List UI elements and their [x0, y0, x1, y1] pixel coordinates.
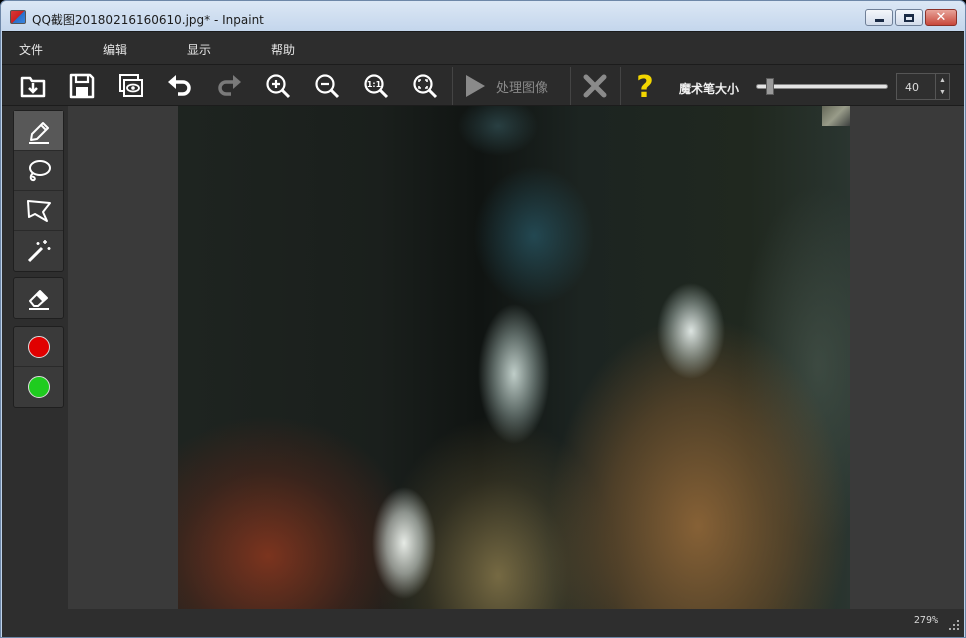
toolbar-separator [620, 67, 621, 105]
maximize-button[interactable] [895, 9, 923, 26]
menu-help[interactable]: 帮助 [271, 41, 295, 58]
redo-button[interactable] [212, 69, 246, 103]
marker-tool-icon [28, 121, 49, 144]
green-color-swatch [27, 376, 50, 398]
eraser-tool-icon [28, 290, 49, 310]
open-file-icon [20, 76, 46, 98]
image-canvas[interactable] [68, 106, 964, 609]
polygon-lasso-tool-icon [26, 199, 51, 222]
save-icon [69, 73, 95, 99]
menu-view[interactable]: 显示 [187, 41, 211, 58]
brush-size-slider-handle[interactable] [765, 78, 774, 95]
marker-tool-button[interactable] [14, 111, 63, 151]
eraser-tool-button[interactable] [14, 278, 63, 318]
toolbar-separator [570, 67, 571, 105]
play-icon [466, 75, 485, 97]
help-button[interactable]: ? [628, 69, 662, 103]
keep-area-color-button[interactable] [14, 367, 63, 407]
process-image-button[interactable]: 处理图像 [462, 69, 548, 103]
main-area [2, 106, 964, 609]
edited-photo[interactable] [178, 106, 850, 609]
actual-size-icon: 1:1 [364, 74, 389, 99]
zoom-level: 279% [913, 615, 938, 626]
photo-corner-detail [822, 106, 850, 126]
spin-up-icon[interactable]: ▲ [936, 74, 949, 87]
svg-text:?: ? [636, 71, 653, 101]
menu-edit[interactable]: 编辑 [103, 41, 127, 58]
undo-button[interactable] [163, 69, 197, 103]
zoom-out-icon [315, 74, 340, 99]
zoom-in-icon [266, 74, 291, 99]
title-bar[interactable]: QQ截图20180216160610.jpg* - Inpaint ✕ [1, 1, 965, 31]
menu-bar: 文件 编辑 显示 帮助 [2, 31, 964, 64]
brush-size-slider-track[interactable] [756, 84, 888, 89]
help-question-icon: ? [636, 71, 653, 101]
lasso-tool-button[interactable] [14, 151, 63, 191]
app-icon [10, 10, 26, 24]
process-image-label: 处理图像 [496, 80, 549, 96]
preview-icon [119, 74, 143, 97]
selection-tool-group [13, 110, 64, 272]
polygon-lasso-tool-button[interactable] [14, 191, 63, 231]
brush-size-value[interactable]: 40 [897, 74, 935, 99]
zoom-in-button[interactable] [261, 69, 295, 103]
actual-size-button[interactable]: 1:1 [359, 69, 393, 103]
fit-to-window-button[interactable] [408, 69, 442, 103]
brush-size-spinbox[interactable]: 40 ▲ ▼ [896, 73, 950, 100]
toolbar-separator [452, 67, 453, 105]
menu-file[interactable]: 文件 [19, 41, 43, 58]
window-title: QQ截图20180216160610.jpg* - Inpaint [32, 13, 264, 27]
color-tool-group [13, 326, 64, 408]
app-window: QQ截图20180216160610.jpg* - Inpaint ✕ 文件 编… [0, 0, 966, 638]
minimize-button[interactable] [865, 9, 893, 26]
remove-area-color-button[interactable] [14, 327, 63, 367]
spin-down-icon[interactable]: ▼ [936, 87, 949, 100]
status-bar: 279% [2, 609, 964, 637]
fit-to-window-icon [413, 74, 438, 99]
tool-panel [2, 106, 68, 609]
preview-button[interactable] [114, 69, 148, 103]
undo-icon [168, 75, 191, 96]
magic-wand-tool-icon [27, 240, 50, 263]
eraser-tool-group [13, 277, 64, 319]
save-button[interactable] [65, 69, 99, 103]
magic-wand-tool-button[interactable] [14, 231, 63, 271]
close-x-icon [583, 74, 607, 98]
open-file-button[interactable] [16, 69, 50, 103]
zoom-out-button[interactable] [310, 69, 344, 103]
lasso-tool-icon [28, 159, 51, 181]
toolbar: 1:1 处理图像 ? 魔术笔大小 40 ▲ ▼ [2, 64, 964, 106]
red-color-swatch [27, 335, 50, 358]
brush-size-label: 魔术笔大小 [679, 82, 740, 96]
redo-icon [218, 75, 241, 96]
resize-grip-icon[interactable] [948, 619, 960, 631]
svg-text:1:1: 1:1 [367, 80, 382, 89]
cancel-button[interactable] [578, 69, 612, 103]
close-button[interactable]: ✕ [925, 9, 957, 26]
